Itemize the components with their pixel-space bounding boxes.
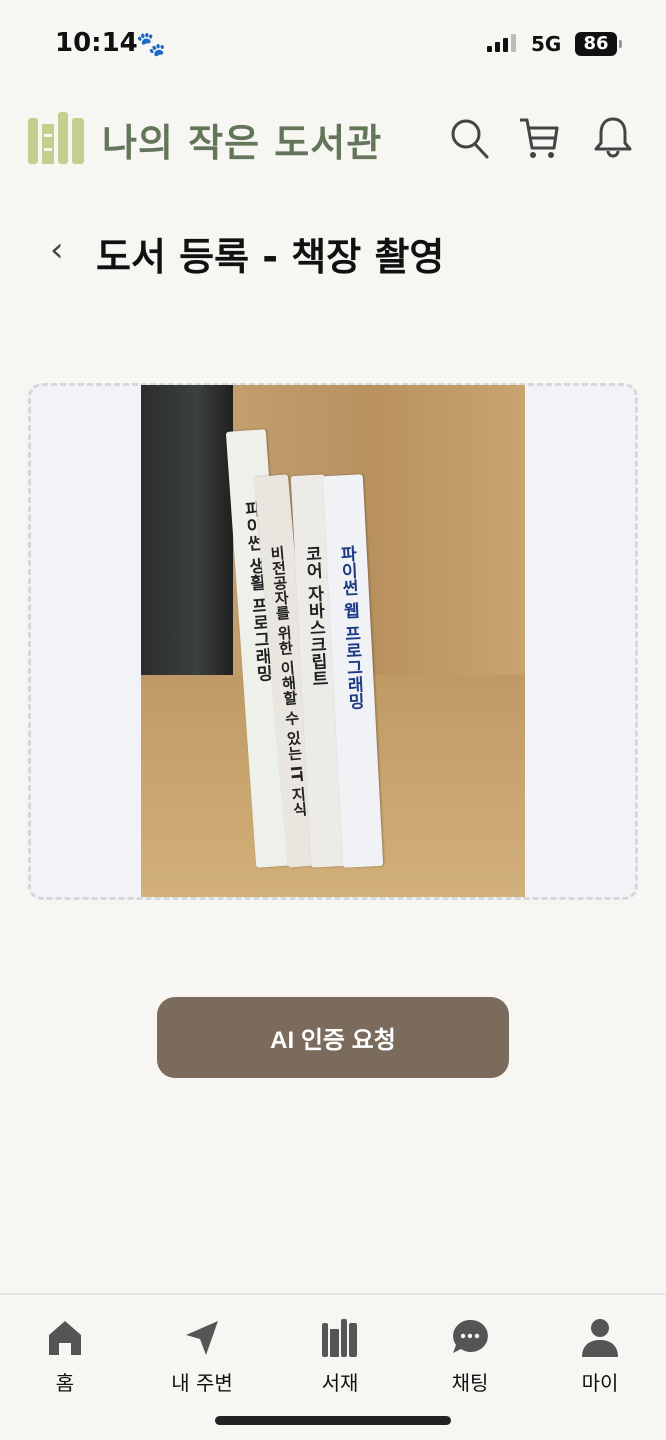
nav-label: 서재: [321, 1371, 359, 1395]
logo-icon: [28, 112, 84, 164]
network-type: 5G: [531, 32, 562, 56]
paw-icon: 🐾: [136, 30, 166, 58]
nav-label: 내 주변: [171, 1371, 233, 1395]
status-time: 10:14: [55, 28, 138, 58]
ai-verify-button[interactable]: AI 인증 요청: [157, 997, 509, 1078]
back-button[interactable]: ‹: [50, 230, 64, 270]
home-indicator[interactable]: [215, 1416, 451, 1425]
bookshelf-icon: [322, 1319, 357, 1357]
location-arrow-icon: [186, 1321, 218, 1355]
user-icon: [582, 1319, 618, 1357]
search-icon[interactable]: [448, 116, 490, 160]
nav-label: 마이: [581, 1371, 619, 1395]
app-title: 나의 작은 도서관: [102, 121, 383, 165]
signal-icon: [487, 34, 516, 52]
chat-icon: [453, 1319, 488, 1353]
battery-indicator: 86: [575, 32, 622, 56]
nav-item-library[interactable]: 서재: [285, 1317, 395, 1396]
nav-item-nearby[interactable]: 내 주변: [147, 1317, 257, 1396]
nav-label: 홈: [55, 1371, 75, 1395]
cart-icon[interactable]: [518, 116, 560, 160]
nav-item-chat[interactable]: 채팅: [415, 1317, 525, 1396]
nav-label: 채팅: [451, 1371, 489, 1395]
nav-item-home[interactable]: 홈: [10, 1317, 120, 1396]
bell-icon[interactable]: [592, 116, 634, 160]
bookshelf-photo: 파이썬 생활 프로그래밍 비전공자를 위한 이해할 수 있는 IT 지식 코어 …: [141, 385, 525, 897]
page-title: 도서 등록 - 책장 촬영: [96, 235, 445, 279]
home-icon: [49, 1321, 81, 1355]
nav-item-my[interactable]: 마이: [545, 1317, 655, 1396]
